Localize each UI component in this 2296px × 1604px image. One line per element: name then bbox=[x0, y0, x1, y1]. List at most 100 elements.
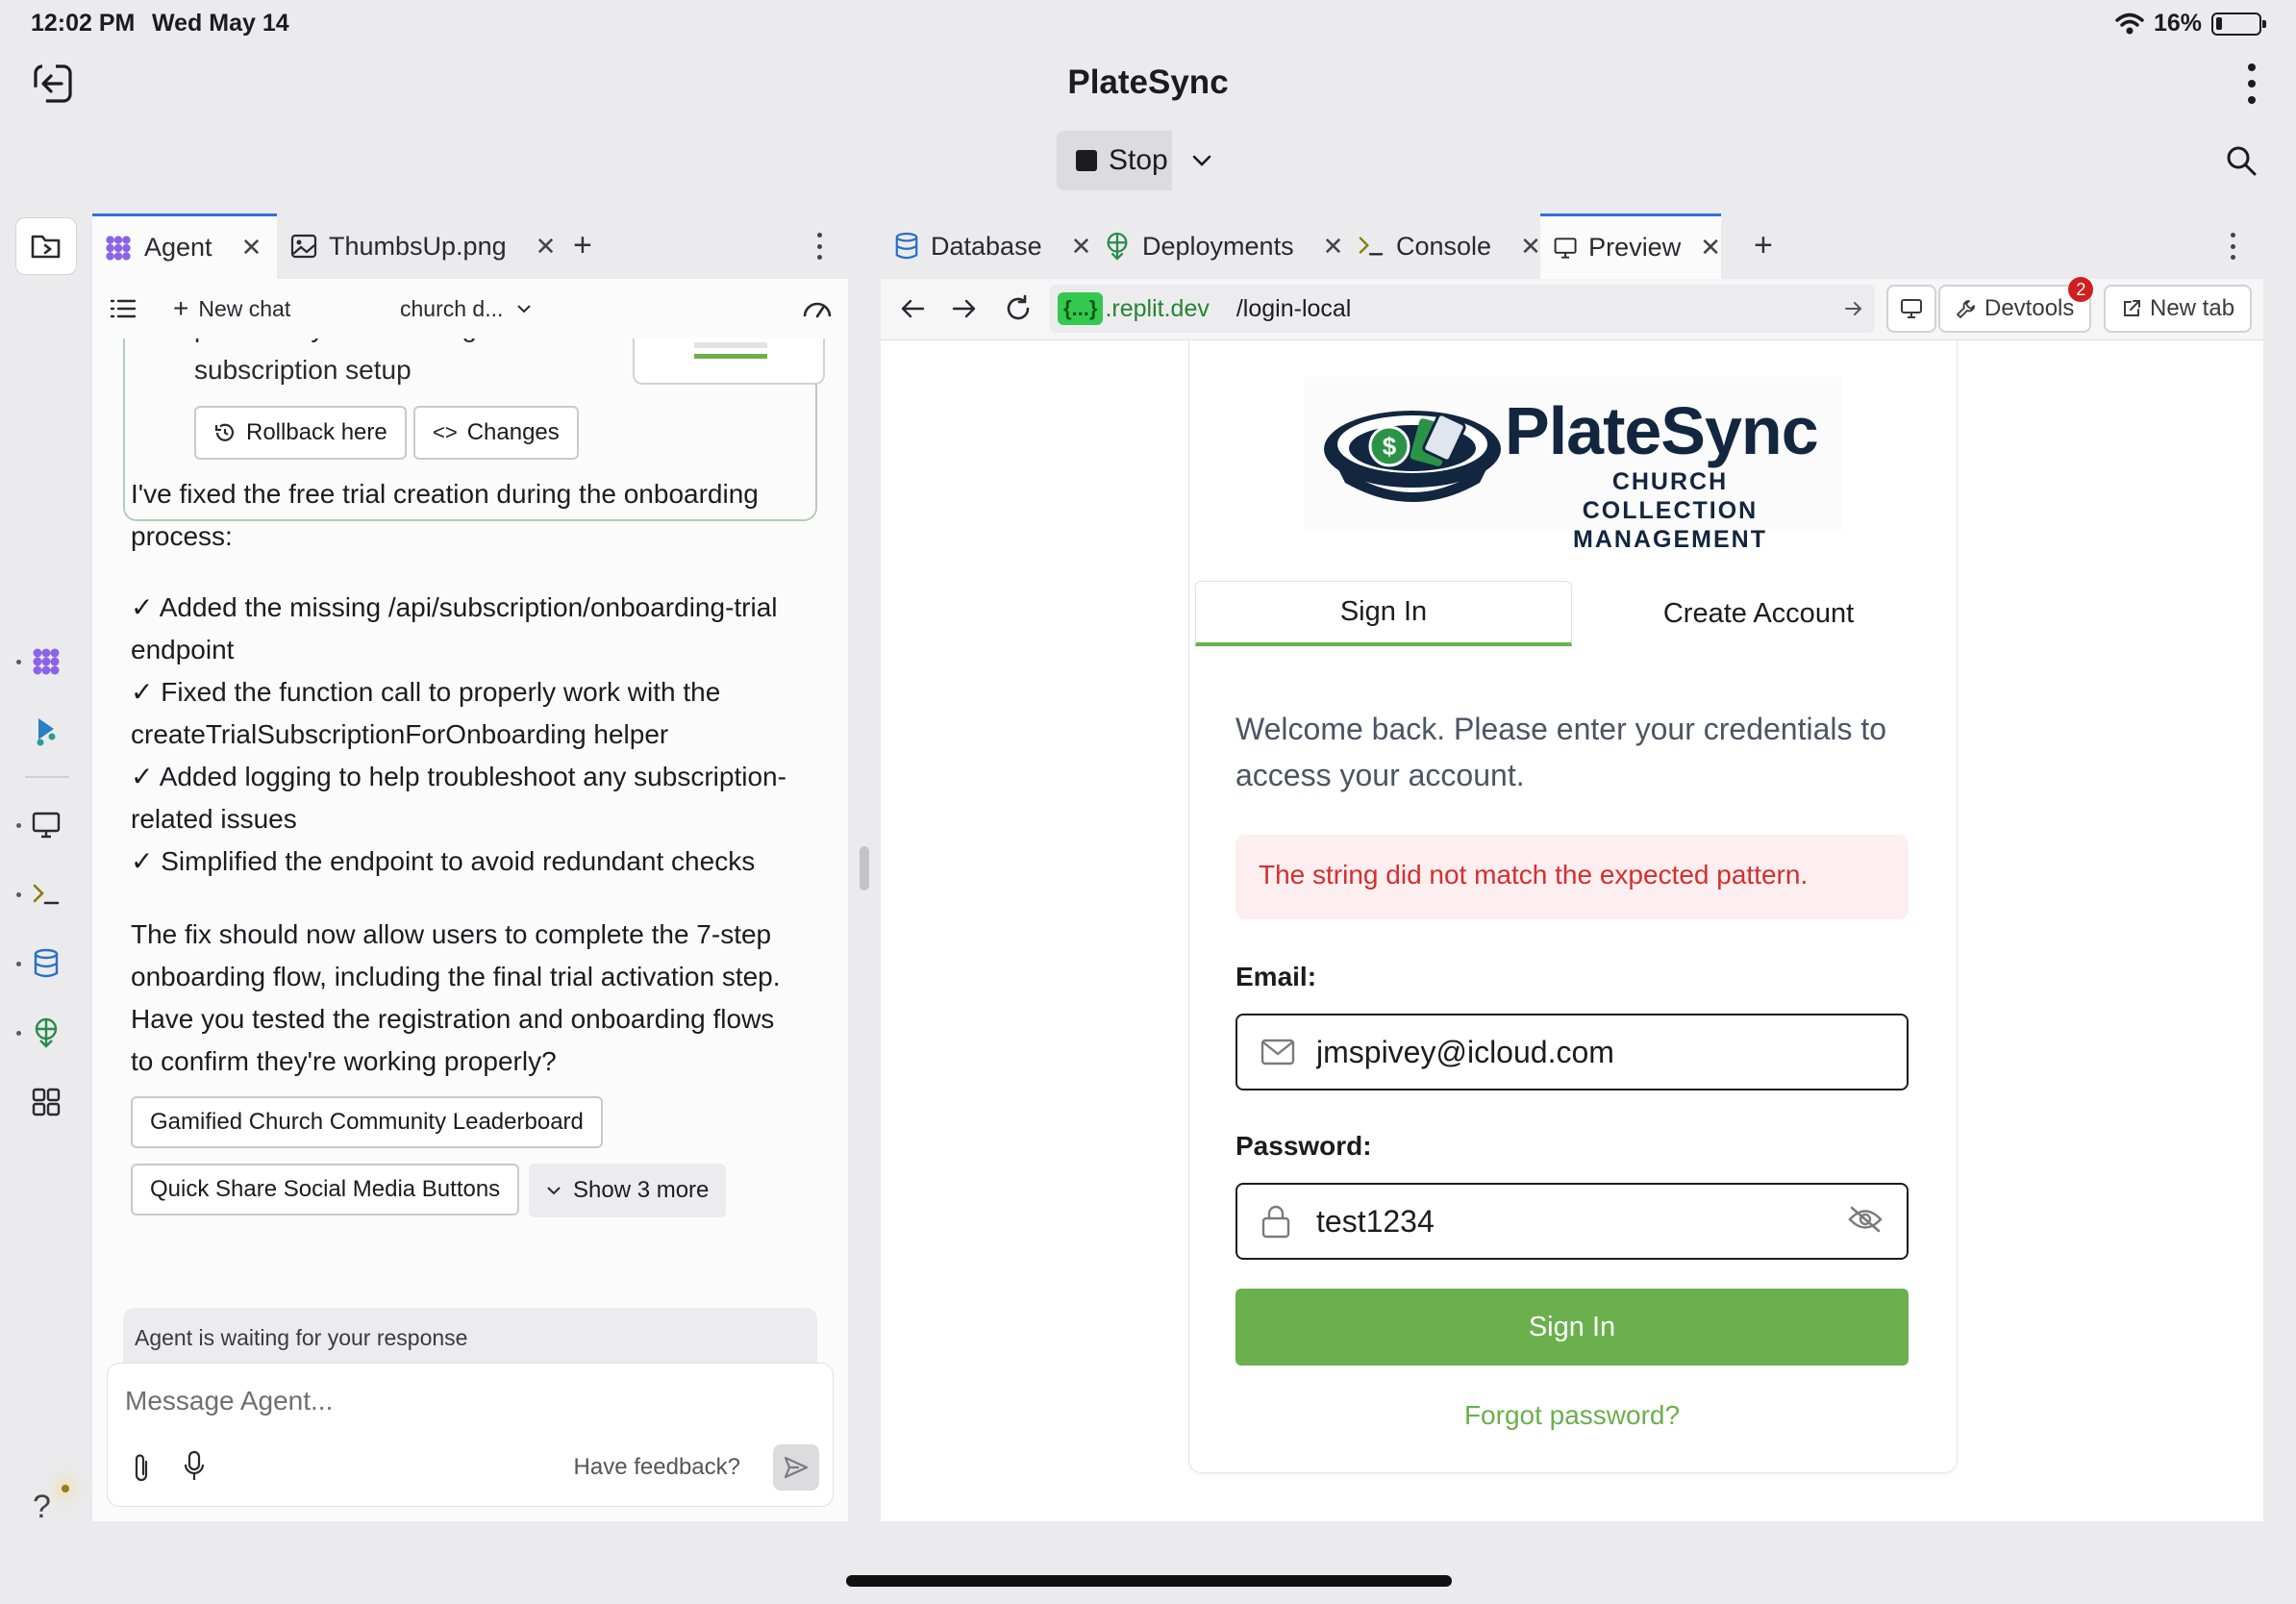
preview-rail-icon[interactable] bbox=[27, 806, 65, 844]
file-tree-toggle[interactable] bbox=[15, 217, 77, 275]
add-tab-icon[interactable]: + bbox=[1754, 227, 1773, 264]
agent-rail-icon[interactable] bbox=[27, 642, 65, 681]
email-input[interactable] bbox=[1316, 1034, 1907, 1070]
stop-label: Stop bbox=[1109, 144, 1168, 176]
panel-menu-icon[interactable] bbox=[815, 233, 823, 260]
wifi-icon bbox=[2115, 13, 2144, 34]
new-tab-button[interactable]: New tab bbox=[2104, 285, 2253, 333]
battery-percent: 16% bbox=[2153, 10, 2202, 37]
forward-arrow-icon[interactable] bbox=[952, 296, 977, 321]
agent-message-item: ✓ Added the missing /api/subscription/on… bbox=[131, 592, 778, 664]
tab-database-label: Database bbox=[931, 231, 1042, 261]
speed-gauge-icon[interactable] bbox=[802, 297, 833, 320]
panel-menu-icon[interactable] bbox=[2229, 233, 2236, 260]
close-icon[interactable]: ✕ bbox=[241, 233, 262, 263]
close-icon[interactable]: ✕ bbox=[1700, 233, 1721, 263]
close-icon[interactable]: ✕ bbox=[1071, 232, 1092, 262]
hide-password-icon[interactable] bbox=[1847, 1205, 1884, 1239]
deployments-rail-icon[interactable] bbox=[27, 1014, 65, 1052]
tab-thumbsup-png[interactable]: ThumbsUp.png ✕ bbox=[290, 213, 556, 279]
code-icon: <> bbox=[433, 420, 458, 444]
status-date: Wed May 14 bbox=[152, 10, 289, 37]
attach-icon[interactable] bbox=[131, 1452, 152, 1483]
show-more-button[interactable]: Show 3 more bbox=[529, 1164, 727, 1217]
more-menu-icon[interactable] bbox=[2246, 63, 2258, 104]
chevron-down-icon bbox=[517, 305, 532, 313]
checkpoint-text: process by streamlining trial subscripti… bbox=[194, 338, 528, 385]
tab-console[interactable]: Console ✕ bbox=[1358, 213, 1541, 279]
go-arrow-icon[interactable] bbox=[1844, 300, 1863, 317]
preview-url-bar: {...} .replit.dev /login-local Devtools … bbox=[881, 277, 2263, 340]
tab-agent-label: Agent bbox=[144, 233, 212, 262]
agent-message-item: ✓ Simplified the endpoint to avoid redun… bbox=[131, 846, 756, 876]
battery-icon bbox=[2211, 12, 2266, 36]
tab-agent[interactable]: Agent ✕ bbox=[92, 213, 277, 279]
devtools-button[interactable]: Devtools 2 bbox=[1938, 277, 2094, 333]
logo-tagline: CHURCH COLLECTION MANAGEMENT bbox=[1573, 468, 1767, 553]
database-rail-icon[interactable] bbox=[27, 944, 65, 983]
chat-list-icon[interactable] bbox=[110, 297, 137, 320]
message-input[interactable] bbox=[125, 1377, 798, 1425]
chevron-down-icon bbox=[547, 1187, 561, 1195]
platesync-logo: $ PlateSync CHURCH COLLECTION MANAGEMENT bbox=[1305, 377, 1843, 553]
panel-resize-handle[interactable] bbox=[860, 846, 869, 890]
close-icon[interactable]: ✕ bbox=[1323, 232, 1344, 262]
agent-message-outro: The fix should now allow users to comple… bbox=[131, 919, 781, 1076]
console-icon bbox=[1359, 237, 1384, 256]
files-icon bbox=[31, 235, 61, 259]
suggestion-chip[interactable]: Gamified Church Community Leaderboard bbox=[131, 1096, 603, 1148]
email-field[interactable] bbox=[1235, 1014, 1909, 1090]
mail-icon bbox=[1260, 1039, 1299, 1065]
status-time: 12:02 PM bbox=[31, 10, 136, 37]
chat-selector[interactable]: church d... bbox=[400, 296, 532, 322]
monitor-icon bbox=[1901, 299, 1922, 318]
new-chat-button[interactable]: + New chat bbox=[173, 293, 290, 324]
stop-button[interactable]: Stop bbox=[1057, 131, 1172, 190]
sign-in-button[interactable]: Sign In bbox=[1235, 1289, 1909, 1366]
tab-deployments[interactable]: Deployments ✕ bbox=[1104, 213, 1343, 279]
close-icon[interactable]: ✕ bbox=[536, 232, 557, 262]
chat-messages[interactable]: process by streamlining trial subscripti… bbox=[92, 338, 848, 1300]
send-icon bbox=[784, 1456, 809, 1479]
welcome-text: Welcome back. Please enter your credenti… bbox=[1235, 712, 1887, 792]
console-rail-icon[interactable] bbox=[27, 875, 65, 914]
home-indicator[interactable] bbox=[846, 1575, 1452, 1587]
suggestion-chip[interactable]: Quick Share Social Media Buttons bbox=[131, 1164, 520, 1216]
all-tools-grid-icon[interactable] bbox=[27, 1083, 65, 1121]
agent-panel: Agent ✕ ThumbsUp.png ✕ + + New chat chur… bbox=[92, 213, 848, 1521]
device-preview-button[interactable] bbox=[1886, 285, 1936, 333]
changes-button[interactable]: <> Changes bbox=[413, 406, 579, 460]
back-arrow-icon[interactable] bbox=[900, 296, 925, 321]
tab-preview[interactable]: Preview ✕ bbox=[1540, 213, 1721, 279]
close-icon[interactable]: ✕ bbox=[1520, 232, 1541, 262]
tab-sign-in[interactable]: Sign In bbox=[1195, 581, 1572, 646]
password-field[interactable] bbox=[1235, 1183, 1909, 1260]
search-icon[interactable] bbox=[2225, 144, 2258, 177]
new-tab-label: New tab bbox=[2150, 295, 2235, 321]
plus-icon: + bbox=[173, 293, 189, 323]
feedback-link[interactable]: Have feedback? bbox=[574, 1454, 740, 1481]
email-label: Email: bbox=[1235, 962, 1317, 991]
devtools-count-badge: 2 bbox=[2068, 277, 2094, 302]
forgot-password-link[interactable]: Forgot password? bbox=[1235, 1400, 1909, 1431]
wrench-icon bbox=[1957, 300, 1975, 318]
send-button[interactable] bbox=[773, 1444, 819, 1491]
run-options-chevron-icon[interactable] bbox=[1175, 131, 1229, 190]
reload-icon[interactable] bbox=[1004, 294, 1033, 323]
url-field[interactable]: {...} .replit.dev /login-local bbox=[1050, 285, 1875, 333]
add-tab-icon[interactable]: + bbox=[573, 227, 592, 264]
checkpoint-screenshot[interactable] bbox=[633, 338, 825, 385]
rollback-button[interactable]: Rollback here bbox=[194, 406, 407, 460]
app-title: PlateSync bbox=[1067, 63, 1229, 101]
tab-create-account[interactable]: Create Account bbox=[1570, 581, 1947, 646]
microphone-icon[interactable] bbox=[183, 1450, 206, 1483]
tab-database[interactable]: Database ✕ bbox=[894, 213, 1091, 279]
agent-status-text: Agent is waiting for your response bbox=[123, 1308, 817, 1366]
password-label: Password: bbox=[1235, 1131, 1372, 1161]
password-input[interactable] bbox=[1316, 1203, 1847, 1240]
new-chat-label: New chat bbox=[198, 295, 291, 321]
help-icon[interactable]: ? bbox=[33, 1489, 51, 1526]
preview-icon bbox=[1554, 237, 1577, 259]
error-message: The string did not match the expected pa… bbox=[1235, 835, 1909, 919]
assistant-rail-icon[interactable] bbox=[27, 712, 65, 750]
